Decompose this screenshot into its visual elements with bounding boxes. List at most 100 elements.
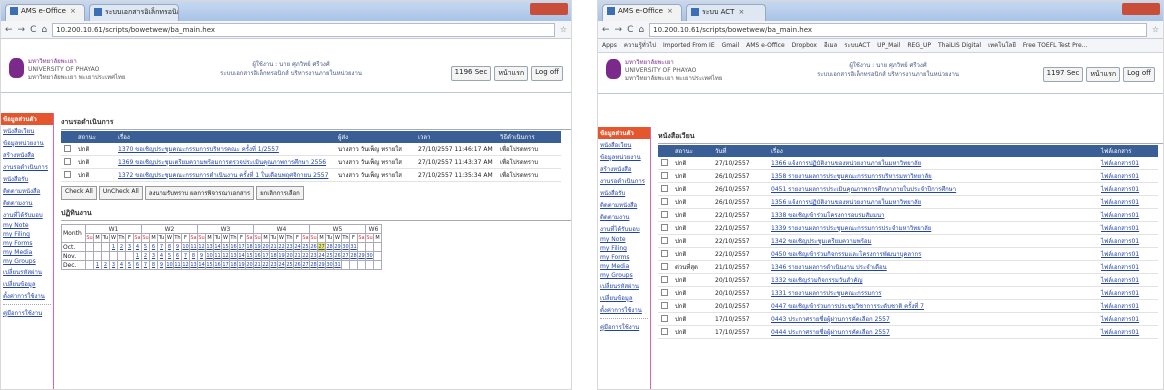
file-link[interactable]: ไฟล์เอกสาร01 xyxy=(1098,325,1158,339)
file-link[interactable]: ไฟล์เอกสาร01 xyxy=(1098,208,1158,222)
subject-link[interactable]: 1358 รายงานผลการประชุมคณะกรรมการบริหารมห… xyxy=(768,169,1098,183)
calendar-day[interactable]: 13 xyxy=(229,251,238,261)
calendar-day[interactable]: 15 xyxy=(221,242,230,252)
sidebar-item[interactable]: my Filing xyxy=(598,244,650,253)
sidebar-item[interactable]: งานรอดำเนินการ xyxy=(1,161,53,173)
file-link[interactable]: ไฟล์เอกสาร01 xyxy=(1098,312,1158,326)
calendar-day[interactable]: 6 xyxy=(173,251,182,261)
forward-icon[interactable]: → xyxy=(615,25,623,35)
calendar-day[interactable]: 14 xyxy=(237,251,246,261)
sidebar-item[interactable]: my Media xyxy=(598,262,650,271)
bookmark-item[interactable]: อีเมล xyxy=(824,42,837,49)
row-checkbox[interactable] xyxy=(661,158,668,166)
bookmark-item[interactable]: AMS e-Office xyxy=(746,42,785,49)
calendar-day[interactable]: 23 xyxy=(309,251,318,261)
calendar-day[interactable]: 5 xyxy=(165,251,174,261)
calendar-day[interactable]: 12 xyxy=(181,260,190,270)
calendar-day[interactable]: 26 xyxy=(293,260,302,270)
row-checkbox[interactable] xyxy=(64,170,71,178)
calendar-day[interactable]: 23 xyxy=(285,242,294,252)
calendar-day[interactable]: 22 xyxy=(261,260,270,270)
browser-tab-ams[interactable]: AMS e-Office × xyxy=(602,4,682,21)
file-link[interactable]: ไฟล์เอกสาร01 xyxy=(1098,273,1158,287)
calendar-day[interactable]: 11 xyxy=(189,242,198,252)
calendar-day[interactable]: 30 xyxy=(365,251,374,261)
home-button[interactable]: หน้าแรก xyxy=(1086,67,1121,82)
calendar-day[interactable]: 27 xyxy=(317,242,326,252)
row-checkbox[interactable] xyxy=(661,223,668,231)
calendar-day[interactable]: 16 xyxy=(253,251,262,261)
calendar-day[interactable]: 14 xyxy=(213,242,222,252)
calendar-day[interactable]: 2 xyxy=(101,260,110,270)
calendar-day[interactable]: 3 xyxy=(125,242,134,252)
calendar-day[interactable]: 30 xyxy=(341,242,350,252)
calendar-day[interactable]: 5 xyxy=(141,242,150,252)
browser-tab-document[interactable]: ระบบเอกสารอิเล็กทรอนิกส์× xyxy=(89,4,179,21)
calendar-day[interactable]: 6 xyxy=(133,260,142,270)
file-link[interactable]: ไฟล์เอกสาร01 xyxy=(1098,299,1158,313)
calendar-day[interactable]: 17 xyxy=(237,242,246,252)
sidebar-item[interactable]: ติดตามหนังสือ xyxy=(598,199,650,211)
action-button[interactable]: UnCheck All xyxy=(98,186,143,200)
calendar-day[interactable]: 9 xyxy=(197,251,206,261)
calendar-day[interactable]: 25 xyxy=(301,242,310,252)
calendar-day[interactable]: 22 xyxy=(301,251,310,261)
reload-icon[interactable]: C xyxy=(627,25,633,35)
sidebar-item[interactable]: เปลี่ยนข้อมูล xyxy=(598,292,650,304)
calendar-day[interactable]: 19 xyxy=(277,251,286,261)
subject-link[interactable]: 1372 ขอเชิญประชุมคณะกรรมการดำเนินงาน ครั… xyxy=(115,168,335,182)
row-checkbox[interactable] xyxy=(661,262,668,270)
calendar-day[interactable]: 25 xyxy=(285,260,294,270)
sidebar-item[interactable]: หนังสือรับ xyxy=(1,173,53,185)
row-checkbox[interactable] xyxy=(661,210,668,218)
bookmark-item[interactable]: Apps xyxy=(602,42,617,49)
calendar-day[interactable]: 6 xyxy=(149,242,158,252)
calendar-day[interactable]: 12 xyxy=(221,251,230,261)
calendar-day[interactable]: 5 xyxy=(125,260,134,270)
file-link[interactable]: ไฟล์เอกสาร01 xyxy=(1098,221,1158,235)
calendar-day[interactable]: 4 xyxy=(133,242,142,252)
file-link[interactable]: ไฟล์เอกสาร01 xyxy=(1098,234,1158,248)
row-checkbox[interactable] xyxy=(661,171,668,179)
row-checkbox[interactable] xyxy=(661,236,668,244)
calendar-day[interactable]: 28 xyxy=(325,242,334,252)
subject-link[interactable]: 0450 ขอเชิญเข้าร่วมกิจกรรมและโครงการพัฒน… xyxy=(768,247,1098,261)
sidebar-item[interactable]: หนังสือรับ xyxy=(598,187,650,199)
calendar-day[interactable]: 9 xyxy=(157,260,166,270)
back-icon[interactable]: ← xyxy=(602,25,610,35)
calendar-day[interactable]: 18 xyxy=(269,251,278,261)
action-button[interactable]: Check All xyxy=(61,186,97,200)
calendar-day[interactable]: 8 xyxy=(149,260,158,270)
sidebar-item[interactable]: หนังสือเวียน xyxy=(1,125,53,137)
bookmark-item[interactable]: ความรู้ทั่วไป xyxy=(624,42,656,49)
calendar-day[interactable]: 31 xyxy=(349,242,358,252)
calendar-day[interactable]: 20 xyxy=(285,251,294,261)
bookmark-star-icon[interactable]: ☆ xyxy=(560,25,567,34)
calendar-day[interactable]: 15 xyxy=(245,251,254,261)
calendar-day[interactable]: 27 xyxy=(301,260,310,270)
calendar-day[interactable]: 14 xyxy=(197,260,206,270)
calendar-day[interactable]: 8 xyxy=(189,251,198,261)
calendar-day[interactable]: 7 xyxy=(141,260,150,270)
calendar-day[interactable]: 21 xyxy=(269,242,278,252)
action-button[interactable]: ลงนามรับทราบ ผลการพิจารณาเอกสาร xyxy=(144,186,255,200)
bookmark-item[interactable]: UP_Mail xyxy=(877,42,900,49)
window-controls[interactable] xyxy=(1122,3,1160,15)
action-button[interactable]: ยกเลิกการเลือก xyxy=(256,186,304,200)
close-tab-icon[interactable]: × xyxy=(738,8,744,16)
bookmark-item[interactable]: Gmail xyxy=(722,42,740,49)
bookmark-item[interactable]: ThaiLIS Digital xyxy=(938,42,981,49)
sidebar-manual-link[interactable]: คู่มือการใช้งาน xyxy=(598,321,650,333)
calendar-day[interactable]: 13 xyxy=(205,242,214,252)
calendar-day[interactable]: 16 xyxy=(229,242,238,252)
bookmark-star-icon[interactable]: ☆ xyxy=(1152,25,1159,34)
home-icon[interactable]: ⌂ xyxy=(638,25,644,35)
browser-tab-act[interactable]: ระบบ ACT × xyxy=(686,4,766,21)
subject-link[interactable]: 0451 รายงานผลการประเมินคุณภาพการศึกษาภาย… xyxy=(768,182,1098,196)
calendar-day[interactable]: 21 xyxy=(293,251,302,261)
calendar-day[interactable]: 29 xyxy=(317,260,326,270)
row-checkbox[interactable] xyxy=(661,197,668,205)
calendar-day[interactable]: 2 xyxy=(141,251,150,261)
calendar-day[interactable]: 18 xyxy=(245,242,254,252)
row-checkbox[interactable] xyxy=(661,301,668,309)
